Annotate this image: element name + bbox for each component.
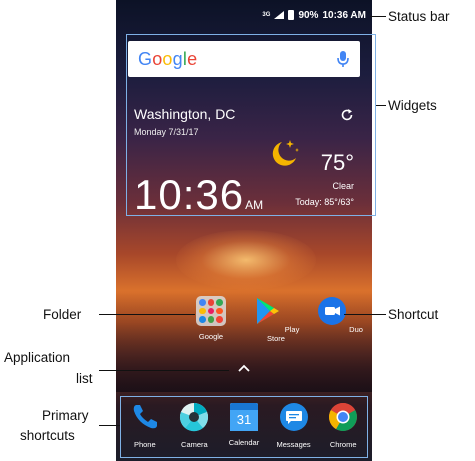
- primary-shortcuts-highlight: [120, 396, 368, 458]
- status-bar: 3G 90% 10:36 AM: [262, 8, 366, 22]
- play-store-icon: [256, 298, 279, 324]
- battery-icon: [288, 10, 295, 20]
- duo-shortcut[interactable]: Duo: [316, 296, 364, 334]
- application-list-leader: [99, 370, 229, 371]
- status-bar-leader: [370, 16, 386, 17]
- callout-primary-shortcuts-line2: shortcuts: [20, 428, 75, 443]
- folder-label: Google: [198, 332, 224, 341]
- callout-folder: Folder: [43, 307, 82, 322]
- callout-status-bar: Status bar: [388, 9, 450, 24]
- widgets-highlight: [126, 34, 376, 216]
- callout-application-list-line1: Application: [4, 350, 71, 365]
- callout-primary-shortcuts-line1: Primary: [42, 408, 89, 423]
- app-drawer-chevron-icon[interactable]: [237, 363, 251, 373]
- battery-level: 90%: [298, 9, 319, 21]
- primary-shortcuts-leader: [99, 425, 120, 426]
- sunset-glow: [176, 230, 316, 290]
- callout-shortcut: Shortcut: [388, 307, 439, 322]
- widgets-leader: [376, 105, 386, 106]
- callout-widgets: Widgets: [388, 98, 437, 113]
- status-time: 10:36 AM: [322, 9, 366, 21]
- play-store-label: Play Store: [267, 325, 300, 343]
- play-store-shortcut[interactable]: Play Store: [252, 296, 300, 343]
- folder-leader: [99, 314, 195, 315]
- signal-type: 3G: [262, 12, 271, 18]
- shortcut-leader: [344, 314, 386, 315]
- duo-icon: [318, 297, 347, 325]
- google-folder[interactable]: Google: [187, 296, 235, 341]
- folder-icon: [196, 296, 226, 326]
- signal-icon: [274, 11, 285, 19]
- duo-label: Duo: [349, 325, 363, 334]
- callout-application-list-line2: list: [76, 371, 93, 386]
